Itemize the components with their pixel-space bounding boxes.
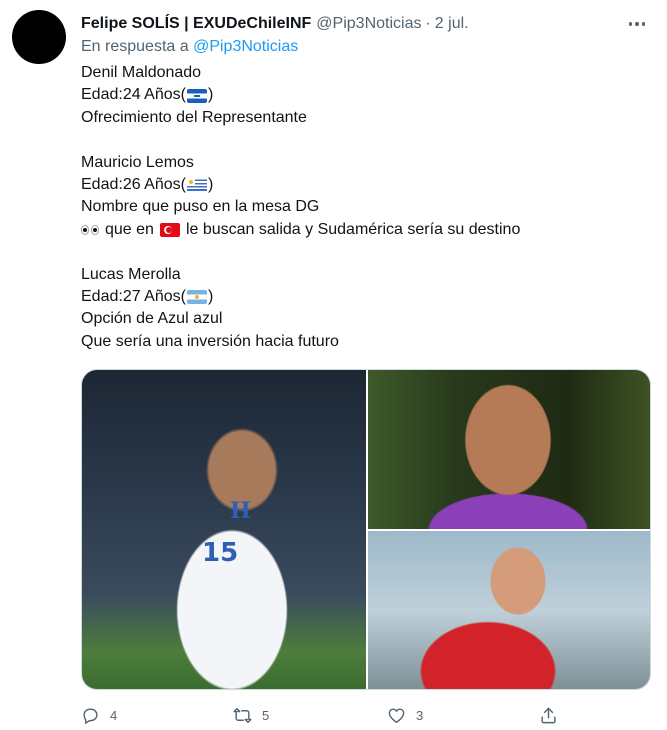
player-note: Opción de Azul azul <box>81 310 223 328</box>
photo-player-red-jersey[interactable] <box>368 531 650 689</box>
reply-icon <box>83 707 98 724</box>
reply-mention-link[interactable]: @Pip3Noticias <box>193 38 298 55</box>
eyes-emoji-icon <box>81 224 99 235</box>
like-button[interactable]: 3 <box>387 703 423 727</box>
avatar[interactable] <box>12 10 66 64</box>
action-bar: 4 5 3 <box>0 703 667 727</box>
share-button[interactable] <box>539 703 558 727</box>
age-close: ) <box>207 175 214 193</box>
player-note-part: le buscan salida y Sudamérica sería su d… <box>185 220 521 238</box>
retweet-button[interactable]: 5 <box>233 703 269 727</box>
heart-icon <box>388 707 405 723</box>
player-note: Nombre que puso en la mesa DG <box>81 198 320 216</box>
photo-player-purple-jersey[interactable] <box>368 370 650 529</box>
age-close: ) <box>207 287 214 305</box>
player-note: Ofrecimiento del Representante <box>81 108 307 126</box>
reply-button[interactable]: 4 <box>81 703 117 727</box>
author-name[interactable]: Felipe SOLÍS | EXUDeChileINF <box>81 15 311 33</box>
jersey-number: 15 <box>202 538 239 568</box>
tweet-date[interactable]: 2 jul. <box>435 15 469 33</box>
player-name: Denil Maldonado <box>81 64 202 81</box>
header-separator: · <box>425 15 431 32</box>
reply-context: En respuesta a @Pip3Noticias <box>81 38 298 56</box>
more-options-icon[interactable] <box>626 14 648 34</box>
media-grid: H 15 <box>81 369 651 690</box>
turkey-flag-icon <box>159 222 180 237</box>
like-count: 3 <box>416 707 424 723</box>
player-age: Edad:27 Años( <box>81 287 186 305</box>
player-name: Lucas Merolla <box>81 265 181 283</box>
age-close: ) <box>207 86 214 104</box>
tweet-header: Felipe SOLÍS | EXUDeChileINF @Pip3Notici… <box>81 13 469 35</box>
jersey-crest: H <box>230 498 251 524</box>
player-age: Edad:26 Años( <box>81 175 186 193</box>
reply-count: 4 <box>110 707 118 723</box>
uruguay-flag-icon <box>186 178 207 193</box>
honduras-flag-icon <box>186 88 207 103</box>
retweet-count: 5 <box>262 707 270 723</box>
retweet-icon <box>233 707 252 723</box>
tweet[interactable]: Felipe SOLÍS | EXUDeChileINF @Pip3Notici… <box>0 0 667 730</box>
share-icon <box>541 707 556 723</box>
player-note: Que sería una inversión hacia futuro <box>81 332 339 350</box>
author-handle[interactable]: @Pip3Noticias <box>316 15 421 33</box>
tweet-text: Denil Maldonado Edad:24 Años() Ofrecimie… <box>81 62 651 353</box>
reply-prefix: En respuesta a <box>81 38 189 55</box>
player-note-part: que en <box>105 220 154 238</box>
argentina-flag-icon <box>186 290 207 305</box>
photo-player-honduras[interactable]: H 15 <box>82 370 366 689</box>
player-name: Mauricio Lemos <box>81 153 194 171</box>
player-age: Edad:24 Años( <box>81 86 186 104</box>
